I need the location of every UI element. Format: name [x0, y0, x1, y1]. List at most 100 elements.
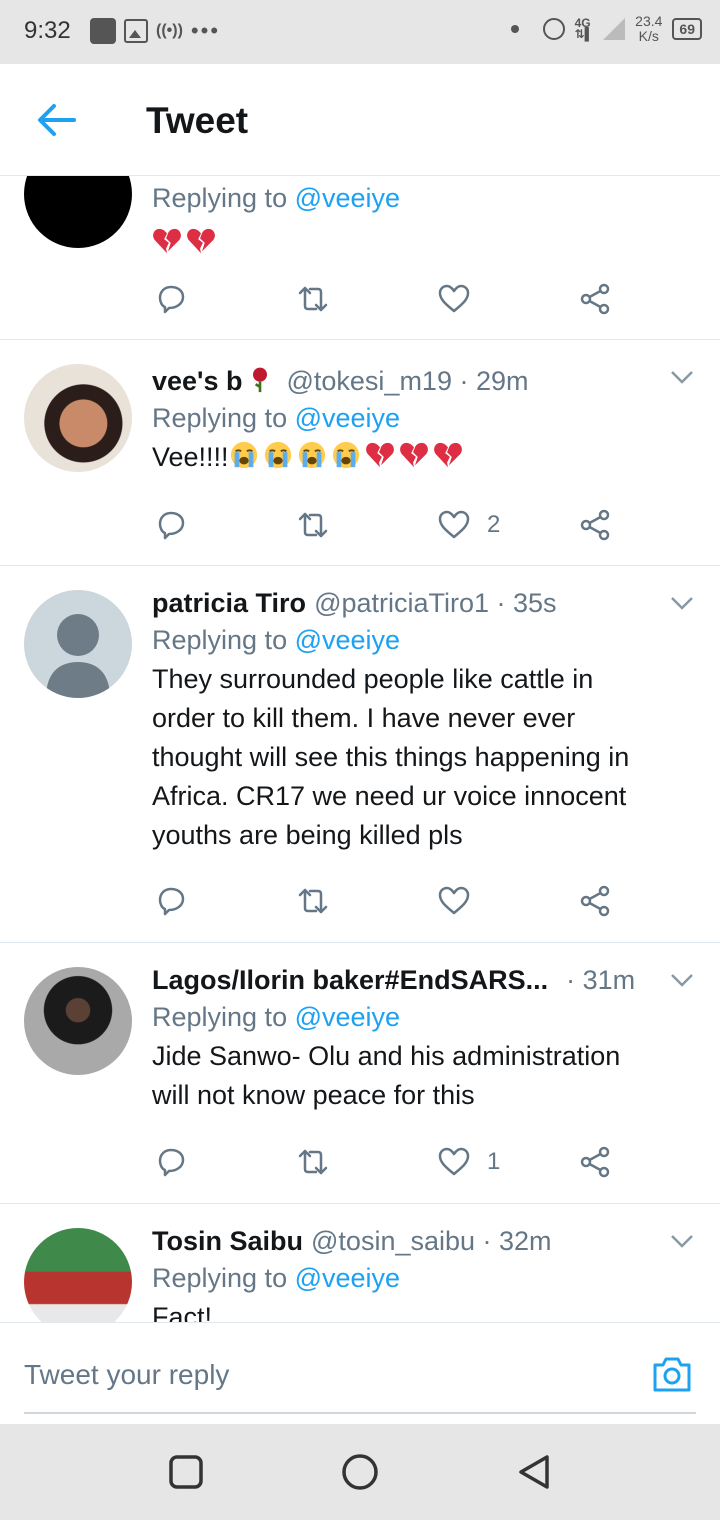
broken-heart-icon — [153, 228, 181, 254]
tweet-actions: 2 — [0, 486, 720, 570]
reply-composer: Tweet your reply — [0, 1322, 720, 1424]
replying-to: Replying to @veeiye — [152, 183, 401, 213]
camera-icon[interactable] — [652, 1355, 692, 1393]
tweet-header: Lagos/Ilorin baker#EndSARS... · 31m — [152, 963, 700, 997]
share-button[interactable] — [578, 508, 612, 542]
broken-heart-icon — [433, 442, 462, 468]
handle-and-time: @tosin_saibu · 32m — [311, 1226, 552, 1256]
reply-icon — [158, 285, 185, 314]
tweet-2[interactable]: patricia Tiro @patriciaTiro1 · 35s Reply… — [0, 566, 720, 943]
default-avatar-icon — [46, 614, 110, 698]
share-button[interactable] — [578, 1145, 612, 1179]
rose-icon — [253, 367, 268, 393]
status-bar: 9:32 ((•)) ••• 4G ⇅▌ 23.4 K/s 69 — [0, 0, 720, 64]
retweet-icon — [298, 1149, 328, 1175]
more-notifications-icon: ••• — [190, 18, 221, 43]
reply-underline — [24, 1412, 696, 1414]
back-nav-icon[interactable] — [514, 1452, 554, 1492]
replying-to: Replying to @veeiye — [152, 1263, 401, 1293]
dot-icon — [510, 25, 519, 33]
handle-and-time: · 31m — [566, 965, 636, 995]
page-title: Tweet — [146, 100, 249, 141]
chevron-down-icon[interactable] — [670, 1234, 694, 1248]
retweet-button[interactable] — [296, 282, 330, 316]
tweet-0[interactable]: Replying to @veeiye — [0, 176, 720, 340]
gallery-icon — [124, 19, 148, 43]
reply-button[interactable] — [154, 884, 188, 918]
replying-to: Replying to @veeiye — [152, 1002, 401, 1032]
handle-and-time: @patriciaTiro1 · 35s — [314, 588, 557, 618]
display-name[interactable]: Lagos/Ilorin baker#EndSARS... — [152, 963, 548, 997]
loudly-crying-face-icon — [332, 441, 359, 469]
tweet-text: Vee!!!! — [152, 438, 700, 477]
reply-button[interactable] — [154, 1145, 188, 1179]
share-icon — [580, 885, 610, 917]
retweet-icon — [298, 512, 328, 538]
chevron-down-icon[interactable] — [670, 596, 694, 610]
retweet-button[interactable] — [296, 508, 330, 542]
mention-link[interactable]: @veeiye — [295, 1263, 400, 1293]
broken-heart-icon — [365, 442, 394, 468]
like-icon — [438, 1147, 470, 1176]
replying-to: Replying to @veeiye — [152, 625, 401, 655]
loudly-crying-face-icon — [264, 441, 291, 469]
reply-button[interactable] — [154, 282, 188, 316]
display-name[interactable]: patricia Tiro — [152, 586, 306, 620]
retweet-icon — [298, 286, 328, 312]
retweet-button[interactable] — [296, 1145, 330, 1179]
mention-link[interactable]: @veeiye — [295, 403, 400, 433]
reply-icon — [158, 887, 185, 916]
handle-and-time: @tokesi_m19 · 29m — [286, 366, 529, 396]
avatar[interactable] — [24, 1228, 132, 1322]
tweet-text: They surrounded people like cattle in or… — [152, 664, 630, 850]
tweet-text: Jide Sanwo- Olu and his administration w… — [152, 1041, 621, 1110]
reply-button[interactable] — [154, 508, 188, 542]
chevron-down-icon[interactable] — [670, 370, 694, 384]
display-name[interactable]: vee's b — [152, 364, 242, 398]
avatar[interactable] — [24, 364, 132, 472]
radio-icon: ((•)) — [156, 22, 183, 39]
share-button[interactable] — [578, 884, 612, 918]
tweet-actions: 1 — [0, 1123, 720, 1207]
like-icon — [438, 510, 470, 539]
tweet-3[interactable]: Lagos/Ilorin baker#EndSARS... · 31m Repl… — [0, 943, 720, 1204]
display-name[interactable]: Tosin Saibu — [152, 1224, 303, 1258]
home-icon[interactable] — [340, 1452, 380, 1492]
share-button[interactable] — [578, 282, 612, 316]
replies-feed[interactable]: Replying to @veeiye vee's b @tokesi_m19 … — [0, 176, 720, 1322]
like-count: 1 — [487, 1148, 501, 1175]
like-count: 2 — [487, 511, 501, 538]
tweet-1[interactable]: vee's b @tokesi_m19 · 29m Replying to @v… — [0, 340, 720, 566]
broken-heart-icon — [187, 228, 215, 254]
mention-link[interactable]: @veeiye — [295, 625, 400, 655]
like-button[interactable] — [437, 282, 471, 316]
tweet-text — [152, 224, 700, 263]
mention-link[interactable]: @veeiye — [295, 183, 400, 213]
reply-icon — [158, 511, 185, 540]
battery-icon: 69 — [672, 18, 702, 40]
like-icon — [438, 284, 470, 313]
status-time: 9:32 — [24, 17, 71, 44]
tweet-4[interactable]: Tosin Saibu @tosin_saibu · 32m Replying … — [0, 1204, 720, 1322]
recent-apps-icon[interactable] — [166, 1452, 206, 1492]
notification-icons: ((•)) ••• — [90, 18, 220, 44]
like-button[interactable]: 2 — [437, 508, 500, 542]
network-speed: 23.4 K/s — [635, 13, 663, 44]
system-nav-bar — [0, 1424, 720, 1520]
avatar[interactable] — [24, 967, 132, 1075]
hotspot-icon — [542, 18, 565, 40]
reply-input[interactable]: Tweet your reply — [24, 1359, 229, 1391]
app-notification-icon — [90, 18, 116, 44]
default-avatar[interactable] — [24, 590, 132, 698]
like-button[interactable] — [437, 884, 471, 918]
loudly-crying-face-icon — [298, 441, 325, 469]
avatar[interactable] — [24, 176, 132, 248]
back-arrow-icon[interactable] — [36, 102, 76, 138]
tweet-actions — [0, 260, 720, 344]
chevron-down-icon[interactable] — [670, 973, 694, 987]
retweet-button[interactable] — [296, 884, 330, 918]
tweet-header: vee's b @tokesi_m19 · 29m — [152, 364, 700, 398]
signal-icon — [603, 18, 626, 40]
mention-link[interactable]: @veeiye — [295, 1002, 400, 1032]
like-button[interactable]: 1 — [437, 1145, 500, 1179]
